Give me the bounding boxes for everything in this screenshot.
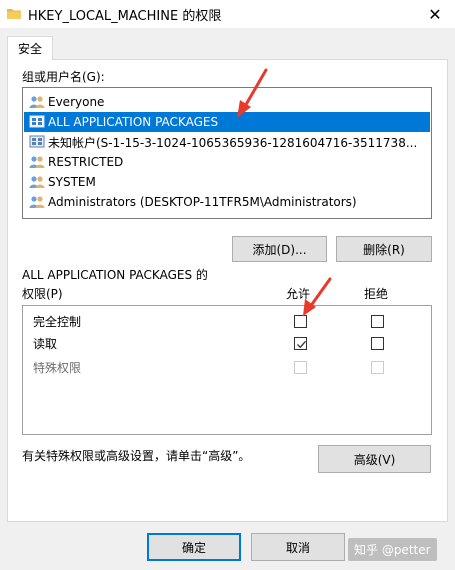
remove-button-label: 删除(R) [363,242,405,257]
package-icon [29,115,45,128]
principal-name: 未知帐户(S-1-15-3-1024-1065365936-1281604716… [48,135,418,150]
read-allow-checkbox[interactable] [294,337,307,350]
principal-name: ALL APPLICATION PACKAGES [48,115,219,129]
title-bar: HKEY_LOCAL_MACHINE 的权限 ✕ [0,0,455,28]
permission-row-read: 读取 [33,333,57,353]
list-item-system[interactable]: SYSTEM [24,172,430,192]
principal-name: Everyone [48,95,105,109]
folder-icon [7,9,21,19]
permissions-table: 完全控制 读取 特殊权限 [22,305,432,435]
users-icon [29,196,45,208]
principal-name: Administrators (DESKTOP-11TFR5M\Administ… [48,195,357,209]
permission-name: 读取 [33,336,58,351]
unknown-account-icon [29,135,45,148]
add-button[interactable]: 添加(D)... [232,236,327,262]
permissions-heading-sub: 权限(P) [22,287,63,301]
permission-name: 完全控制 [33,314,82,329]
special-allow-checkbox [294,361,307,374]
principal-name: RESTRICTED [48,155,124,169]
cancel-button[interactable]: 取消 [251,533,345,561]
principal-name: SYSTEM [48,175,96,189]
remove-button[interactable]: 删除(R) [336,236,432,262]
ok-button[interactable]: 确定 [147,533,241,561]
full-control-deny-checkbox[interactable] [371,315,384,328]
close-icon: ✕ [428,4,442,24]
list-item-everyone[interactable]: Everyone [24,92,430,112]
users-icon [29,176,45,188]
list-item-all-application-packages[interactable]: ALL APPLICATION PACKAGES [24,112,430,132]
ok-button-label: 确定 [181,540,206,555]
list-item-restricted[interactable]: RESTRICTED [24,152,430,172]
tab-security[interactable]: 安全 [7,36,53,60]
permission-row-full-control: 完全控制 [33,311,81,331]
window-title: HKEY_LOCAL_MACHINE 的权限 [28,9,222,24]
cancel-button-label: 取消 [285,540,310,555]
permission-name: 特殊权限 [33,360,82,375]
close-button[interactable]: ✕ [415,0,455,28]
permissions-heading: ALL APPLICATION PACKAGES 的 [22,268,208,282]
permission-row-special: 特殊权限 [33,357,81,377]
checkmark-icon [297,340,306,349]
list-item-administrators[interactable]: Administrators (DESKTOP-11TFR5M\Administ… [24,192,430,212]
full-control-allow-checkbox[interactable] [294,315,307,328]
advanced-button[interactable]: 高级(V) [318,445,431,473]
add-button-label: 添加(D)... [252,242,307,257]
advanced-button-label: 高级(V) [353,452,396,467]
allow-column-header: 允许 [286,287,311,301]
users-icon [29,156,45,168]
principals-listbox[interactable]: Everyone ALL APPLICATION PACKAGES 未知帐户(S… [22,87,432,219]
special-deny-checkbox [371,361,384,374]
watermark: 知乎 @petter [348,538,437,561]
deny-column-header: 拒绝 [364,287,389,301]
list-item-unknown-account[interactable]: 未知帐户(S-1-15-3-1024-1065365936-1281604716… [24,132,430,152]
read-deny-checkbox[interactable] [371,337,384,350]
tab-label: 安全 [17,42,42,56]
principals-label: 组或用户名(G): [22,70,105,84]
users-icon [29,96,45,108]
advanced-note: 有关特殊权限或高级设置，请单击“高级”。 [22,449,251,463]
